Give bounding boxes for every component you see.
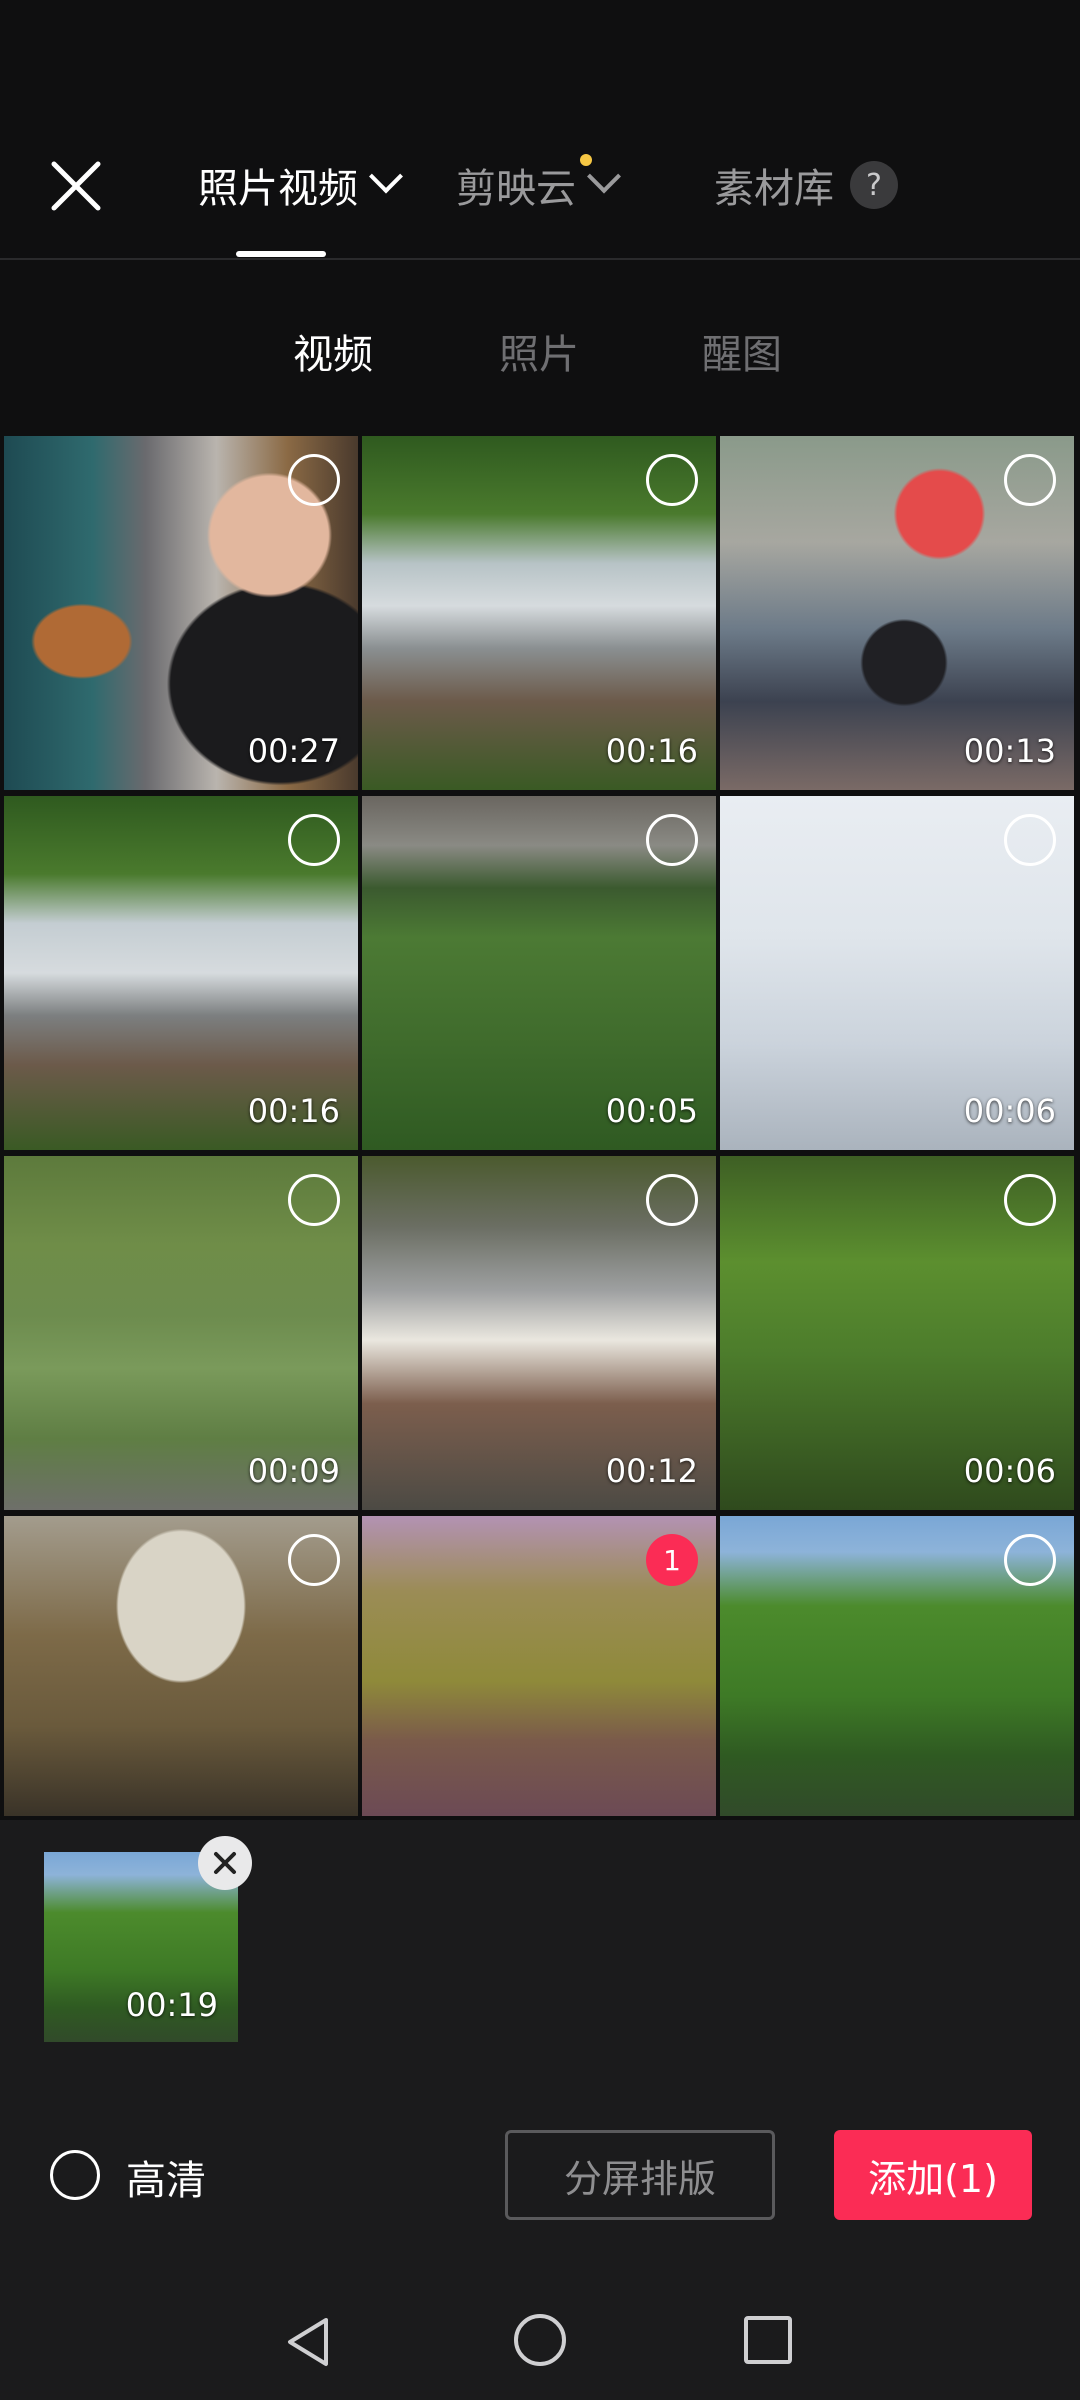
tab-material-library[interactable]: 素材库 ? xyxy=(714,150,898,220)
select-circle[interactable] xyxy=(1004,454,1056,506)
chevron-down-icon xyxy=(369,159,403,194)
media-tile[interactable] xyxy=(720,1516,1074,1816)
video-duration: 00:12 xyxy=(605,1452,698,1490)
video-duration: 00:06 xyxy=(963,1452,1056,1490)
hd-label: 高清 xyxy=(126,2158,206,2204)
tab-material-library-label: 素材库 xyxy=(714,166,834,212)
tab-cloud[interactable]: 剪映云 xyxy=(456,150,621,220)
media-tile[interactable]: 00:09 xyxy=(4,1156,358,1510)
video-duration: 00:16 xyxy=(247,1092,340,1130)
select-circle[interactable] xyxy=(1004,1174,1056,1226)
video-duration: 00:05 xyxy=(605,1092,698,1130)
select-circle[interactable] xyxy=(1004,814,1056,866)
media-grid: 00:27 00:16 00:13 00:16 00:05 00:06 00:0… xyxy=(0,436,1080,1816)
video-duration: 00:19 xyxy=(125,1986,218,2024)
media-tile[interactable]: 00:06 xyxy=(720,796,1074,1150)
select-circle[interactable] xyxy=(288,454,340,506)
close-icon xyxy=(214,1852,236,1874)
selection-number-badge[interactable]: 1 xyxy=(646,1534,698,1586)
select-circle[interactable] xyxy=(288,1174,340,1226)
media-tile[interactable]: 00:16 xyxy=(4,796,358,1150)
hd-radio[interactable] xyxy=(50,2150,100,2200)
subtab-photo[interactable]: 照片 xyxy=(499,316,579,386)
subtab-xingtu[interactable]: 醒图 xyxy=(702,316,782,386)
media-tile[interactable]: 00:06 xyxy=(720,1156,1074,1510)
back-icon[interactable] xyxy=(282,2314,332,2370)
select-circle[interactable] xyxy=(288,814,340,866)
system-navigation-bar xyxy=(0,2270,1080,2400)
select-circle[interactable] xyxy=(646,814,698,866)
media-tile[interactable] xyxy=(4,1516,358,1816)
media-tile[interactable]: 1 xyxy=(362,1516,716,1816)
home-icon[interactable] xyxy=(512,2312,568,2368)
select-circle[interactable] xyxy=(288,1534,340,1586)
select-circle[interactable] xyxy=(646,454,698,506)
remove-selected-button[interactable] xyxy=(198,1836,252,1890)
help-icon[interactable]: ? xyxy=(850,161,898,209)
video-duration: 00:06 xyxy=(963,1092,1056,1130)
tab-cloud-label: 剪映云 xyxy=(456,166,576,212)
video-duration: 00:27 xyxy=(247,732,340,770)
media-tile[interactable]: 00:27 xyxy=(4,436,358,790)
media-tile[interactable]: 00:13 xyxy=(720,436,1074,790)
divider xyxy=(0,258,1080,260)
media-tile[interactable]: 00:12 xyxy=(362,1156,716,1510)
split-screen-layout-button[interactable]: 分屏排版 xyxy=(505,2130,775,2220)
media-tile[interactable]: 00:05 xyxy=(362,796,716,1150)
close-button[interactable] xyxy=(48,158,104,214)
subtab-video[interactable]: 视频 xyxy=(293,316,373,386)
tab-photos-videos-label: 照片视频 xyxy=(198,166,358,212)
select-circle[interactable] xyxy=(1004,1534,1056,1586)
active-tab-indicator xyxy=(236,251,326,257)
tab-photos-videos[interactable]: 照片视频 xyxy=(198,150,403,220)
select-circle[interactable] xyxy=(646,1174,698,1226)
video-duration: 00:16 xyxy=(605,732,698,770)
notification-dot xyxy=(580,154,592,166)
video-duration: 00:13 xyxy=(963,732,1056,770)
add-button[interactable]: 添加(1) xyxy=(834,2130,1032,2220)
video-duration: 00:09 xyxy=(247,1452,340,1490)
media-tile[interactable]: 00:16 xyxy=(362,436,716,790)
chevron-down-icon xyxy=(587,159,621,194)
close-icon xyxy=(51,161,101,211)
recents-icon[interactable] xyxy=(742,2314,794,2366)
